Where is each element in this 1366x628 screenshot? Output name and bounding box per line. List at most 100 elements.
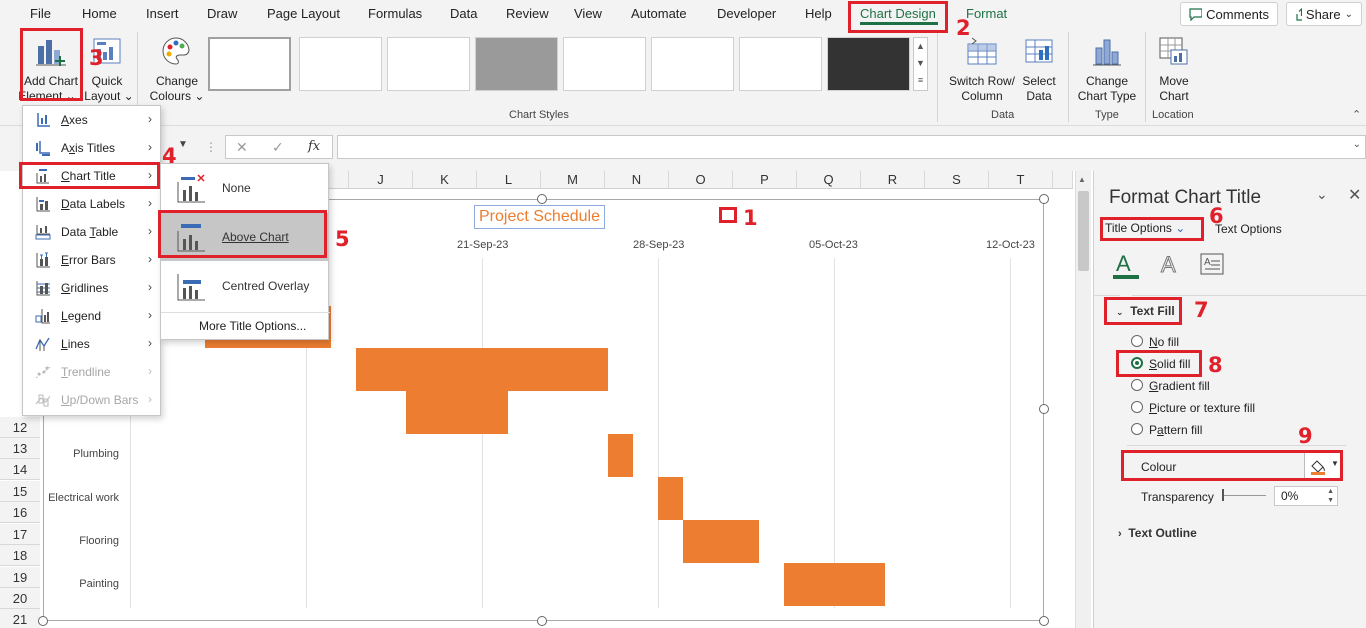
vertical-scrollbar[interactable]: ▲ (1075, 171, 1091, 628)
gantt-bar[interactable] (608, 434, 633, 477)
tab-chart-design[interactable]: Chart Design (860, 6, 936, 21)
chart-style-5[interactable] (563, 37, 646, 91)
tab-view[interactable]: View (574, 6, 602, 21)
column-header[interactable]: S (925, 171, 989, 189)
pane-options-chevron-icon[interactable]: ⌄ (1316, 186, 1328, 203)
resize-handle[interactable] (537, 194, 547, 204)
expand-formula-icon[interactable]: ⌄ (1353, 139, 1361, 150)
text-fill-section[interactable]: ⌄ Text Fill (1116, 304, 1175, 318)
transparency-slider-track[interactable] (1222, 495, 1266, 496)
more-styles-icon[interactable]: ≡ (914, 72, 927, 89)
tab-help[interactable]: Help (805, 6, 832, 21)
row-header[interactable]: 18 (0, 545, 40, 566)
no-fill-radio[interactable] (1131, 335, 1143, 347)
scroll-up-icon[interactable]: ▲ (914, 38, 927, 55)
chart-styles-scroll[interactable]: ▲ ▼ ≡ (913, 37, 928, 91)
menu-item-legend[interactable]: Legend › (23, 302, 160, 330)
column-header[interactable]: L (477, 171, 541, 189)
picture-fill-radio[interactable] (1131, 401, 1143, 413)
resize-handle[interactable] (1039, 194, 1049, 204)
share-button[interactable]: Share ⌄ (1286, 2, 1362, 26)
move-chart-button[interactable]: Move Chart (1150, 32, 1198, 103)
row-header[interactable]: 20 (0, 588, 40, 609)
menu-item-axes[interactable]: Axes › (23, 106, 160, 134)
column-header[interactable]: T (989, 171, 1053, 189)
transparency-input[interactable]: 0% ▲ ▼ (1274, 486, 1338, 506)
gantt-bar[interactable] (658, 477, 683, 520)
text-effects-tab[interactable]: A (1155, 250, 1185, 280)
collapse-ribbon-icon[interactable]: ⌃ (1352, 108, 1361, 121)
column-header[interactable]: K (413, 171, 477, 189)
column-header[interactable]: M (541, 171, 605, 189)
chart-title-none[interactable]: None (161, 164, 328, 212)
tab-data[interactable]: Data (450, 6, 477, 21)
menu-item-data-table[interactable]: Data Table › (23, 218, 160, 246)
gantt-bar[interactable] (406, 391, 508, 434)
gantt-bar[interactable] (683, 520, 759, 563)
menu-item-axis-titles[interactable]: Axis Titles › (23, 134, 160, 162)
column-header[interactable]: P (733, 171, 797, 189)
resize-handle[interactable] (537, 616, 547, 626)
resize-handle[interactable] (1039, 616, 1049, 626)
text-fill-outline-tab[interactable]: A (1111, 250, 1141, 280)
tab-developer[interactable]: Developer (717, 6, 776, 21)
formula-input[interactable]: ⌄ (337, 135, 1366, 159)
tab-page-layout[interactable]: Page Layout (267, 6, 340, 21)
menu-item-lines[interactable]: Lines › (23, 330, 160, 358)
menu-item-data-labels[interactable]: Data Labels › (23, 190, 160, 218)
tab-format[interactable]: Format (966, 6, 1007, 21)
tab-review[interactable]: Review (506, 6, 549, 21)
tab-draw[interactable]: Draw (207, 6, 237, 21)
menu-item-chart-title[interactable]: Chart Title › (23, 162, 160, 190)
spinner-icon[interactable]: ▲ ▼ (1327, 487, 1334, 505)
chart-style-6[interactable] (651, 37, 734, 91)
column-header[interactable]: J (349, 171, 413, 189)
textbox-tab[interactable]: A (1197, 250, 1227, 280)
scroll-up-arrow-icon[interactable]: ▲ (1078, 175, 1086, 184)
tab-file[interactable]: File (30, 6, 51, 21)
scrollbar-thumb[interactable] (1078, 191, 1089, 271)
chart-title-above-chart[interactable]: Above Chart (161, 213, 328, 261)
tab-insert[interactable]: Insert (146, 6, 179, 21)
enter-icon[interactable]: ✓ (272, 139, 284, 156)
column-header[interactable]: Q (797, 171, 861, 189)
change-colours-button[interactable]: Change Colours ⌄ (146, 32, 208, 103)
resize-handle[interactable] (1039, 404, 1049, 414)
text-options-tab[interactable]: Text Options (1215, 222, 1282, 236)
menu-item-gridlines[interactable]: Gridlines › (23, 274, 160, 302)
chart-style-8[interactable] (827, 37, 910, 91)
comments-button[interactable]: Comments (1180, 2, 1278, 26)
row-header[interactable]: 16 (0, 502, 40, 523)
menu-item-error-bars[interactable]: Error Bars › (23, 246, 160, 274)
more-title-options[interactable]: More Title Options... (199, 319, 306, 333)
switch-row-column-button[interactable]: Switch Row/ Column (946, 32, 1018, 103)
change-chart-type-button[interactable]: Change Chart Type (1076, 32, 1138, 103)
column-header[interactable]: O (669, 171, 733, 189)
chart-style-7[interactable] (739, 37, 822, 91)
colour-picker-button[interactable]: ▼ (1304, 451, 1342, 479)
title-options-tab[interactable]: Title Options ⌄ (1105, 221, 1185, 235)
tab-home[interactable]: Home (82, 6, 117, 21)
select-data-button[interactable]: Select Data (1020, 32, 1058, 103)
close-pane-icon[interactable]: ✕ (1348, 185, 1361, 205)
row-header[interactable]: 14 (0, 459, 40, 480)
solid-fill-radio[interactable] (1131, 357, 1143, 369)
row-header[interactable]: 21 (0, 609, 40, 628)
tab-automate[interactable]: Automate (631, 6, 687, 21)
chart-title[interactable]: Project Schedule (474, 205, 605, 229)
pattern-fill-radio[interactable] (1131, 423, 1143, 435)
cancel-icon[interactable]: ✕ (236, 139, 248, 156)
column-header[interactable]: N (605, 171, 669, 189)
transparency-slider-thumb[interactable] (1222, 489, 1224, 501)
gradient-fill-radio[interactable] (1131, 379, 1143, 391)
tab-formulas[interactable]: Formulas (368, 6, 422, 21)
add-chart-element-button[interactable]: Add Chart Element ⌄ (18, 32, 82, 103)
column-header[interactable]: R (861, 171, 925, 189)
gantt-bar[interactable] (784, 563, 885, 606)
chart-style-2[interactable] (299, 37, 382, 91)
scroll-down-icon[interactable]: ▼ (914, 55, 927, 72)
insert-function-icon[interactable]: fx (308, 139, 320, 154)
gantt-bar[interactable] (356, 348, 608, 391)
chart-title-centred-overlay[interactable]: Centred Overlay (161, 262, 328, 310)
chart-style-4[interactable] (475, 37, 558, 91)
